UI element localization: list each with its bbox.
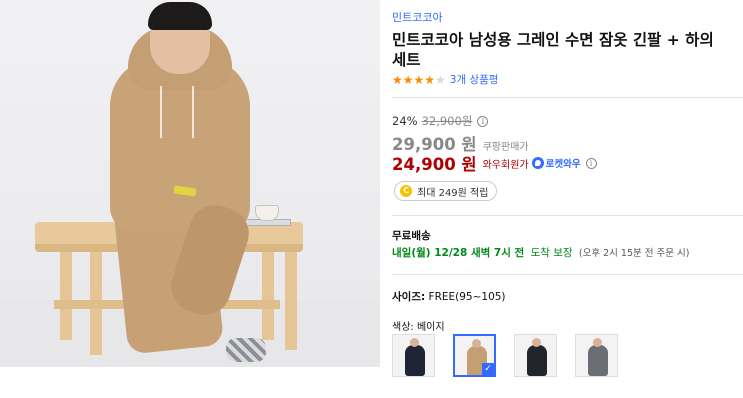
divider [392,215,743,216]
rating-stars: ★★★★★ [392,73,446,87]
info-icon[interactable]: i [477,115,489,127]
swatch-head [472,339,481,348]
member-price-row: 24,900 원 와우회원가 로켓와우 i [392,151,597,175]
bench-leg [60,250,72,340]
bench-leg [262,250,274,340]
free-shipping-label: 무료배송 [392,230,431,242]
size-row: 사이즈: FREE(95~105) [392,289,506,304]
swatch-navy[interactable] [392,334,435,377]
rocket-wow-label: 로켓와우 [545,159,581,170]
member-price: 24,900 원 [392,155,477,174]
product-image[interactable] [0,0,380,367]
divider [392,274,743,275]
rocket-wow-badge: 로켓와우 [531,156,581,170]
product-detail-panel: 민트코코아 민트코코아 남성용 그레인 수면 잠옷 긴팔 + 하의 세트 ★★★… [392,0,743,398]
size-label: 사이즈: [392,291,426,303]
model-hair [148,2,212,30]
rating-row[interactable]: ★★★★★ 3개 상품평 [392,72,498,87]
color-value: 베이지 [416,322,445,333]
swatch-head [410,338,419,347]
swatch-beige[interactable]: ✓ [453,334,496,377]
star-empty-icon: ★ [435,72,446,87]
swatch-head [532,338,541,347]
brand-link[interactable]: 민트코코아 [392,9,443,25]
discount-rate: 24% [392,114,418,128]
member-price-label: 와우회원가 [482,159,529,171]
star-icon: ★★★★ [392,72,436,87]
hood-drawstring [160,86,162,138]
swatch-black[interactable] [514,334,557,377]
size-value: FREE(95~105) [428,291,506,303]
info-icon[interactable]: i [585,157,597,169]
color-row: 색상: 베이지 [392,318,445,333]
hood-drawstring [192,86,194,138]
cash-reward-text: 최대 249원 적립 [417,187,489,199]
slipper [226,338,266,362]
coffee-cup [255,205,279,221]
coin-icon: C [400,185,412,197]
rocket-icon [531,157,544,169]
order-cutoff: (오후 2시 15분 전 주문 시) [578,248,690,259]
check-icon: ✓ [482,363,494,375]
bench-leg [285,250,297,350]
original-price-row: 24% 32,900원 i [392,113,489,129]
original-price: 32,900원 [421,114,473,128]
delivery-date: 내일(월) 12/28 새벽 7시 전 [392,247,525,259]
color-label: 색상: [392,322,414,333]
swatch-figure [588,345,608,376]
swatch-head [593,338,602,347]
swatch-figure [527,345,547,376]
product-title: 민트코코아 남성용 그레인 수면 잠옷 긴팔 + 하의 세트 [392,31,714,69]
swatch-gray[interactable] [575,334,618,377]
delivery-info: 내일(월) 12/28 새벽 7시 전 도착 보장 (오후 2시 15분 전 주… [392,245,689,260]
swatch-figure [405,345,425,376]
color-swatches: ✓ [392,334,618,377]
delivery-guarantee: 도착 보장 [530,247,573,259]
review-count-link[interactable]: 3개 상품평 [450,72,499,87]
cash-reward-chip[interactable]: C 최대 249원 적립 [394,181,498,201]
divider [392,97,743,98]
